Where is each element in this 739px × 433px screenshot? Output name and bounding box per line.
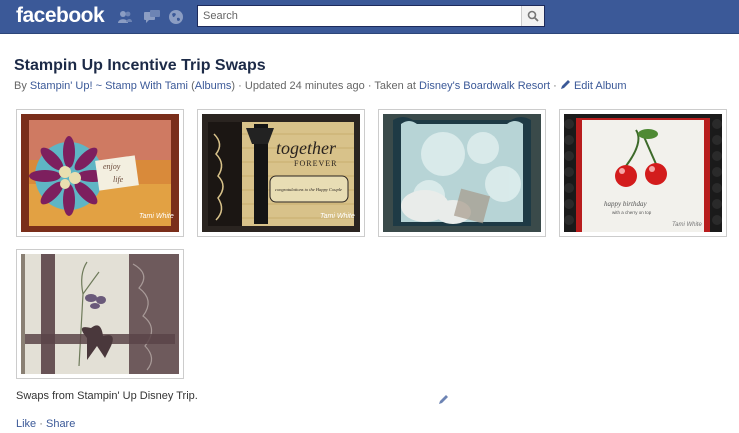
photo-thumbnail[interactable] <box>378 109 546 237</box>
album-actions: Like · Share <box>16 418 75 430</box>
meta-separator: · <box>238 80 242 92</box>
facebook-logo[interactable]: facebook <box>16 4 105 28</box>
watermark: Tami White <box>672 222 702 228</box>
notifications-globe-icon[interactable] <box>168 9 184 25</box>
photo-thumbnail[interactable]: together FOREVER congratulations to the … <box>197 109 365 237</box>
search-button[interactable] <box>521 6 544 26</box>
share-link[interactable]: Share <box>46 418 75 430</box>
photo-thumbnail[interactable]: enjoy life Tami White <box>16 109 184 237</box>
album-caption: Swaps from Stampin' Up Disney Trip. <box>16 390 198 402</box>
pencil-icon <box>560 80 570 89</box>
top-navigation-bar: facebook <box>0 0 739 34</box>
card-text-forever: FOREVER <box>294 159 337 168</box>
album-title: Stampin Up Incentive Trip Swaps <box>14 57 266 74</box>
card-text-enjoy: enjoy <box>103 162 121 171</box>
by-label: By <box>14 80 27 92</box>
edit-album-link[interactable]: Edit Album <box>574 80 627 92</box>
watermark: Tami White <box>139 213 174 220</box>
card-text-cherry: with a cherry on top <box>612 210 652 215</box>
owner-link[interactable]: Stampin' Up! ~ Stamp With Tami <box>30 80 188 92</box>
friend-requests-icon[interactable] <box>117 9 133 25</box>
actions-separator: · <box>39 418 43 430</box>
card-text-together: together <box>276 138 337 158</box>
search-icon <box>527 10 539 22</box>
location-link[interactable]: Disney's Boardwalk Resort <box>419 80 550 92</box>
card-text-life: life <box>113 175 124 184</box>
card-text-happy-birthday: happy birthday <box>604 200 647 208</box>
photo-thumbnail[interactable]: happy birthday with a cherry on top Tami… <box>559 109 727 237</box>
photo-thumbnail[interactable] <box>16 249 184 379</box>
card-text-congratulations: congratulations to the Happy Couple <box>275 187 342 192</box>
owner-albums-link[interactable]: Albums <box>195 80 232 92</box>
messages-icon[interactable] <box>143 9 160 25</box>
edit-caption-pencil-icon[interactable] <box>438 392 449 410</box>
like-link[interactable]: Like <box>16 418 36 430</box>
updated-time: Updated 24 minutes ago <box>244 80 365 92</box>
taken-at-label: Taken at <box>374 80 416 92</box>
search-input[interactable] <box>198 6 518 26</box>
search-box <box>197 5 545 27</box>
meta-separator: · <box>553 80 557 92</box>
album-meta: By Stampin' Up! ~ Stamp With Tami (Album… <box>14 80 627 92</box>
watermark: Tami White <box>320 213 355 220</box>
meta-separator: · <box>367 80 372 92</box>
